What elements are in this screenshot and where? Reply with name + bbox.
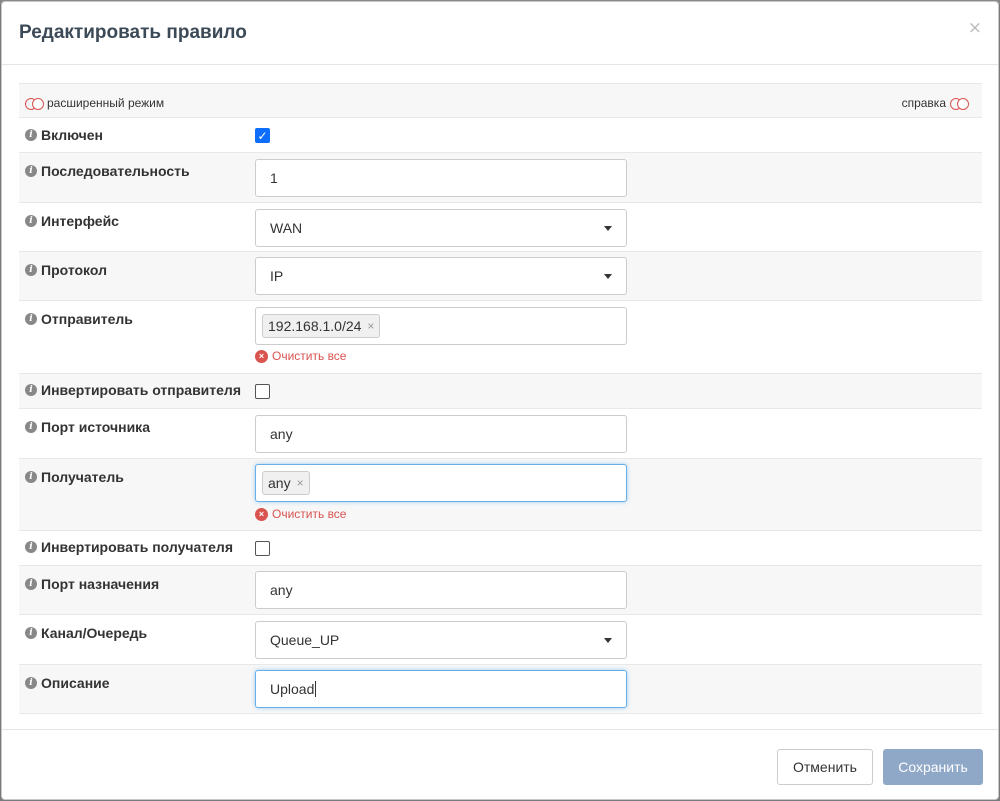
sequence-value: 1 — [270, 170, 278, 186]
cancel-button[interactable]: Отменить — [777, 749, 873, 785]
invert-destination-checkbox[interactable] — [255, 541, 270, 556]
invert-source-label: Инвертировать отправителя — [41, 382, 241, 398]
source-token: 192.168.1.0/24 × — [262, 314, 381, 338]
interface-label-cell: i Интерфейс — [25, 213, 119, 229]
remove-token-icon[interactable]: × — [367, 319, 374, 333]
sequence-input[interactable]: 1 — [255, 159, 627, 197]
edit-rule-dialog: Редактировать правило × расширенный режи… — [1, 1, 999, 800]
source-token-input[interactable]: 192.168.1.0/24 × — [255, 307, 627, 345]
description-label: Описание — [41, 675, 110, 691]
info-icon[interactable]: i — [25, 264, 37, 276]
destination-label: Получатель — [41, 469, 124, 485]
source-clear-label: Очистить все — [272, 349, 347, 363]
dialog-header: Редактировать правило × — [2, 2, 998, 65]
source-port-label: Порт источника — [41, 419, 150, 435]
enabled-label-cell: i Включен — [25, 127, 103, 143]
destination-token-label: any — [268, 475, 291, 491]
rule-form: расширенный режим справка i Включен ✓ i … — [19, 83, 982, 714]
close-icon[interactable]: × — [968, 20, 982, 37]
toggle-icon — [25, 98, 44, 110]
protocol-label-cell: i Протокол — [25, 262, 107, 278]
dialog-title: Редактировать правило — [19, 22, 247, 43]
invert-destination-label: Инвертировать получателя — [41, 539, 233, 555]
enabled-label: Включен — [41, 127, 103, 143]
row-interface: i Интерфейс WAN — [19, 203, 982, 252]
destination-clear-label: Очистить все — [272, 507, 347, 521]
source-label-cell: i Отправитель — [25, 311, 133, 327]
row-protocol: i Протокол IP — [19, 252, 982, 301]
text-cursor — [315, 681, 317, 697]
source-port-value: any — [270, 426, 293, 442]
chevron-down-icon — [604, 274, 612, 279]
row-source-port: i Порт источника any — [19, 409, 982, 459]
source-clear-all[interactable]: × Очистить все — [255, 349, 346, 363]
info-icon[interactable]: i — [25, 165, 37, 177]
destination-port-value: any — [270, 582, 293, 598]
description-value: Upload — [270, 681, 315, 697]
description-input[interactable]: Upload — [255, 670, 627, 708]
row-invert-source: i Инвертировать отправителя — [19, 374, 982, 409]
protocol-select[interactable]: IP — [255, 257, 627, 295]
destination-port-input[interactable]: any — [255, 571, 627, 609]
sequence-label: Последовательность — [41, 163, 190, 179]
row-destination-port: i Порт назначения any — [19, 566, 982, 615]
info-icon[interactable]: i — [25, 215, 37, 227]
save-button[interactable]: Сохранить — [883, 749, 983, 785]
interface-value: WAN — [270, 220, 303, 236]
clear-icon: × — [255, 507, 268, 521]
destination-port-label: Порт назначения — [41, 576, 160, 592]
toggle-icon — [950, 98, 969, 110]
row-enabled: i Включен ✓ — [19, 118, 982, 153]
dialog-footer: Отменить Сохранить — [2, 729, 998, 801]
pipe-queue-label: Канал/Очередь — [41, 625, 148, 641]
info-icon[interactable]: i — [25, 541, 37, 553]
destination-token-input[interactable]: any × — [255, 464, 627, 502]
chevron-down-icon — [604, 226, 612, 231]
enabled-checkbox[interactable]: ✓ — [255, 128, 270, 143]
advanced-mode-toggle[interactable]: расширенный режим — [25, 96, 164, 110]
info-icon[interactable]: i — [25, 677, 37, 689]
row-sequence: i Последовательность 1 — [19, 153, 982, 203]
info-icon[interactable]: i — [25, 421, 37, 433]
pipe-queue-select[interactable]: Queue_UP — [255, 621, 627, 659]
clear-icon: × — [255, 349, 268, 363]
destination-clear-all[interactable]: × Очистить все — [255, 507, 346, 521]
invert-source-checkbox[interactable] — [255, 384, 270, 399]
sequence-label-cell: i Последовательность — [25, 163, 190, 179]
destination-token: any × — [262, 471, 310, 495]
row-description: i Описание Upload — [19, 665, 982, 714]
info-icon[interactable]: i — [25, 129, 37, 141]
interface-label: Интерфейс — [41, 213, 119, 229]
info-icon[interactable]: i — [25, 384, 37, 396]
info-icon[interactable]: i — [25, 578, 37, 590]
info-icon[interactable]: i — [25, 627, 37, 639]
remove-token-icon[interactable]: × — [297, 476, 304, 490]
invert-source-label-cell: i Инвертировать отправителя — [25, 382, 241, 398]
invert-destination-label-cell: i Инвертировать получателя — [25, 539, 233, 555]
source-port-input[interactable]: any — [255, 415, 627, 453]
destination-label-cell: i Получатель — [25, 469, 124, 485]
advanced-mode-label: расширенный режим — [47, 96, 165, 110]
help-toggle[interactable]: справка — [901, 96, 969, 110]
description-label-cell: i Описание — [25, 675, 110, 691]
row-invert-destination: i Инвертировать получателя — [19, 531, 982, 566]
help-label: справка — [901, 96, 946, 110]
protocol-value: IP — [270, 268, 284, 284]
protocol-label: Протокол — [41, 262, 107, 278]
interface-select[interactable]: WAN — [255, 209, 627, 247]
mode-toggle-row: расширенный режим справка — [19, 83, 982, 118]
row-source: i Отправитель 192.168.1.0/24 × × Очистит… — [19, 301, 982, 374]
info-icon[interactable]: i — [25, 313, 37, 325]
info-icon[interactable]: i — [25, 471, 37, 483]
chevron-down-icon — [604, 638, 612, 643]
pipe-queue-value: Queue_UP — [270, 632, 340, 648]
source-label: Отправитель — [41, 311, 133, 327]
pipe-queue-label-cell: i Канал/Очередь — [25, 625, 147, 641]
destination-port-label-cell: i Порт назначения — [25, 576, 159, 592]
source-token-label: 192.168.1.0/24 — [268, 318, 362, 334]
source-port-label-cell: i Порт источника — [25, 419, 150, 435]
row-pipe-queue: i Канал/Очередь Queue_UP — [19, 615, 982, 665]
row-destination: i Получатель any × × Очистить все — [19, 459, 982, 531]
